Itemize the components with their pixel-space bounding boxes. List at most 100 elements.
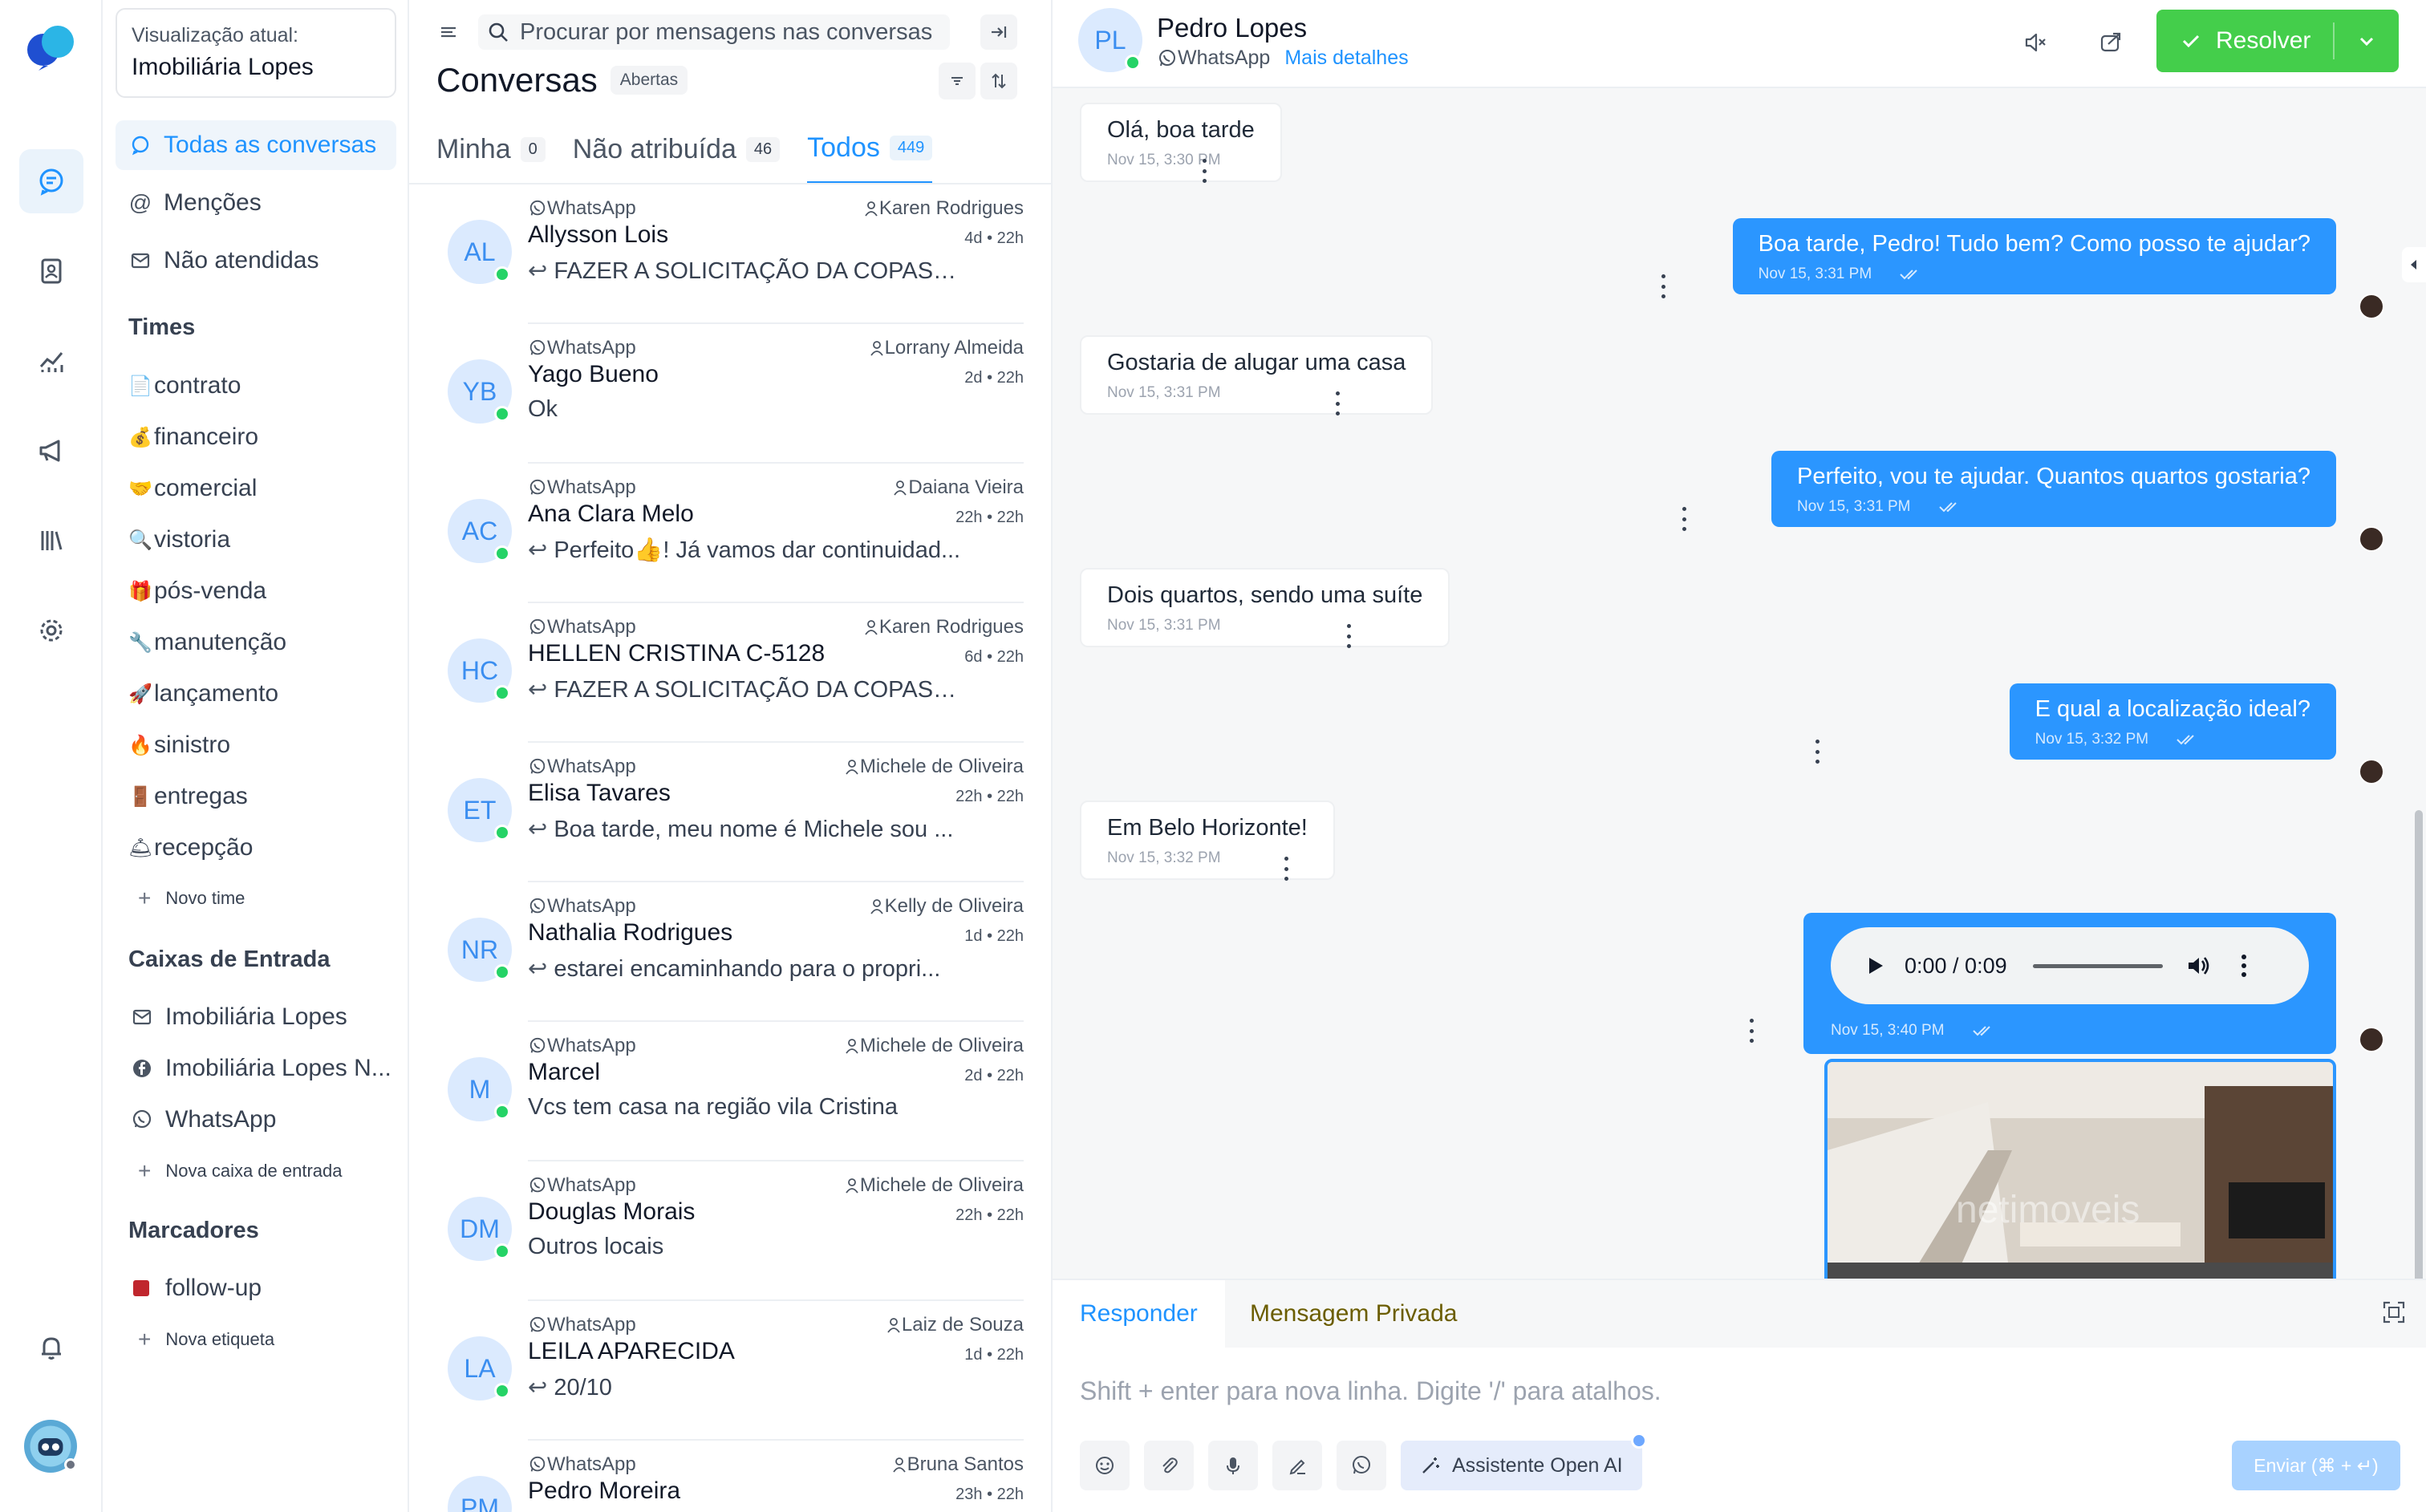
rail-settings-button[interactable] [19, 598, 83, 663]
team-item[interactable]: 🔧 manutenção [128, 626, 286, 659]
contact-avatar: ET [448, 778, 512, 842]
status-badge[interactable]: Abertas [610, 66, 688, 95]
openai-assistant-label: Assistente Open AI [1452, 1453, 1623, 1477]
double-check-icon [1938, 502, 1957, 513]
conversation-row[interactable]: ET WhatsApp Michele de Oliveira Elisa Tavar… [436, 743, 1051, 882]
team-item[interactable]: 📄 contrato [128, 370, 241, 402]
volume-icon[interactable] [2184, 951, 2213, 980]
message-options-icon[interactable] [1747, 1019, 1755, 1043]
team-item[interactable]: 💰 financeiro [128, 421, 258, 453]
chat-header: PL Pedro Lopes WhatsApp Mais detalhes Re… [1053, 0, 2426, 88]
inbox-item[interactable]: Imobiliária Lopes N... [128, 1052, 391, 1084]
conversation-row[interactable]: LA WhatsApp Laiz de Souza LEILA APARECIDA 1d… [436, 1301, 1051, 1441]
conversation-time: 22h • 22h [955, 788, 1024, 805]
contact-avatar[interactable]: PL [1078, 8, 1142, 72]
rail-campaigns-button[interactable] [19, 419, 83, 483]
share-button[interactable] [2092, 24, 2129, 61]
user-avatar[interactable] [24, 1420, 77, 1473]
conversation-row[interactable]: AC WhatsApp Daiana Vieira Ana Clara Melo 22h… [436, 464, 1051, 603]
signature-button[interactable] [1272, 1441, 1322, 1490]
inbox-item[interactable]: WhatsApp [128, 1104, 276, 1136]
tab-private-note[interactable]: Mensagem Privada [1223, 1280, 1484, 1348]
sort-button[interactable] [980, 63, 1017, 99]
contact-name[interactable]: Pedro Lopes [1157, 13, 1307, 43]
attach-button[interactable] [1144, 1441, 1194, 1490]
chevron-down-icon[interactable] [2357, 32, 2376, 51]
label-item[interactable]: follow-up [128, 1272, 262, 1304]
conversation-row[interactable]: YB WhatsApp Lorrany Almeida Yago Bueno 2d • … [436, 324, 1051, 464]
nav-all-conversations[interactable]: Todas as conversas [116, 120, 396, 170]
nav-unattended[interactable]: Não atendidas [116, 236, 396, 286]
message-input[interactable]: Shift + enter para nova linha. Digite '/… [1080, 1376, 1661, 1406]
team-item[interactable]: 🚀 lançamento [128, 678, 278, 710]
new-label-button[interactable]: + Nova etiqueta [138, 1327, 274, 1352]
plus-icon: + [138, 886, 152, 910]
filter-button[interactable] [939, 63, 976, 99]
conversation-row[interactable]: AL WhatsApp Karen Rodrigues Allysson Lois 4d… [436, 184, 1051, 324]
account-switcher[interactable]: Visualização atual: Imobiliária Lopes [116, 8, 396, 98]
message-options-icon[interactable] [1345, 624, 1353, 648]
tab-mine[interactable]: Minha 0 [436, 120, 546, 184]
rail-notifications-button[interactable] [19, 1315, 83, 1380]
resolve-button[interactable]: Resolver [2156, 10, 2399, 72]
message-options-icon[interactable] [1200, 159, 1208, 183]
message-options-icon[interactable] [1680, 507, 1688, 531]
message-text: Boa tarde, Pedro! Tudo bem? Como posso t… [1758, 231, 2310, 257]
message-options-icon[interactable] [1282, 857, 1290, 881]
conversation-row[interactable]: M WhatsApp Michele de Oliveira Marcel 2d • 2… [436, 1022, 1051, 1161]
voice-record-button[interactable] [1208, 1441, 1258, 1490]
message-meta: Nov 15, 3:31 PM [1797, 498, 2310, 516]
conversation-source: WhatsApp [528, 895, 636, 918]
inbox-item[interactable]: Imobiliária Lopes [128, 1001, 347, 1033]
rail-reports-button[interactable] [19, 329, 83, 393]
contact-panel-toggle[interactable] [2402, 247, 2426, 282]
tab-label: Não atribuída [572, 133, 736, 164]
new-team-button[interactable]: + Novo time [138, 886, 245, 911]
team-emoji: 💰 [128, 426, 152, 448]
conversation-row[interactable]: DM WhatsApp Michele de Oliveira Douglas Mor… [436, 1161, 1051, 1301]
team-item[interactable]: 🚪 entregas [128, 780, 248, 813]
team-item[interactable]: 🛎 recepção [128, 832, 253, 864]
message-options-icon[interactable] [1813, 740, 1821, 764]
tab-all[interactable]: Todos 449 [807, 120, 933, 184]
rail-conversations-button[interactable] [19, 149, 83, 213]
collapse-list-button[interactable] [980, 14, 1017, 50]
conversation-source: WhatsApp [528, 1035, 636, 1057]
message-time: Nov 15, 3:32 PM [1107, 849, 1221, 866]
nav-mentions[interactable]: @ Menções [116, 178, 396, 228]
expand-icon[interactable] [2381, 1299, 2407, 1325]
audio-progress-slider[interactable] [2032, 963, 2163, 968]
tab-unassigned[interactable]: Não atribuída 46 [572, 120, 781, 184]
scrollbar[interactable] [2415, 810, 2423, 1279]
whatsapp-template-button[interactable] [1337, 1441, 1386, 1490]
tab-reply[interactable]: Responder [1053, 1280, 1225, 1348]
mute-button[interactable] [2017, 24, 2054, 61]
team-item[interactable]: 🎁 pós-venda [128, 575, 266, 607]
sidebar-toggle-icon[interactable] [436, 20, 460, 44]
rail-contacts-button[interactable] [19, 239, 83, 303]
team-item[interactable]: 🔥 sinistro [128, 729, 230, 761]
message-options-icon[interactable] [1659, 274, 1667, 298]
more-details-link[interactable]: Mais detalhes [1284, 47, 1408, 70]
new-inbox-button[interactable]: + Nova caixa de entrada [138, 1158, 343, 1184]
contact-name: Allysson Lois [528, 221, 669, 248]
last-message: ↩ estarei encaminhando para o propri... [528, 955, 961, 983]
emoji-button[interactable] [1080, 1441, 1130, 1490]
arrow-to-right-icon [992, 26, 1007, 38]
send-button[interactable]: Enviar (⌘ + ↵) [2232, 1441, 2400, 1490]
conversation-row[interactable]: PM WhatsApp Bruna Santos Pedro Moreira 23h •… [436, 1441, 1051, 1512]
team-item[interactable]: 🤝 comercial [128, 472, 257, 505]
search-input[interactable]: Procurar por mensagens nas conversas [478, 14, 950, 50]
message-options-icon[interactable] [1333, 391, 1341, 415]
image-attachment[interactable]: netimoveis [1824, 1059, 2336, 1279]
audio-options-icon[interactable] [2241, 955, 2246, 977]
play-icon[interactable] [1863, 954, 1887, 978]
conversation-row[interactable]: HC WhatsApp Karen Rodrigues HELLEN CRISTINA… [436, 603, 1051, 743]
conversation-row[interactable]: NR WhatsApp Kelly de Oliveira Nathalia Rodr… [436, 882, 1051, 1022]
app-logo[interactable] [24, 22, 79, 72]
contact-name: Ana Clara Melo [528, 501, 694, 527]
openai-assistant-button[interactable]: Assistente Open AI [1401, 1433, 1647, 1490]
team-item[interactable]: 🔍 vistoria [128, 524, 230, 556]
rail-library-button[interactable] [19, 509, 83, 573]
message-meta: Nov 15, 3:30 PM [1107, 152, 1255, 169]
